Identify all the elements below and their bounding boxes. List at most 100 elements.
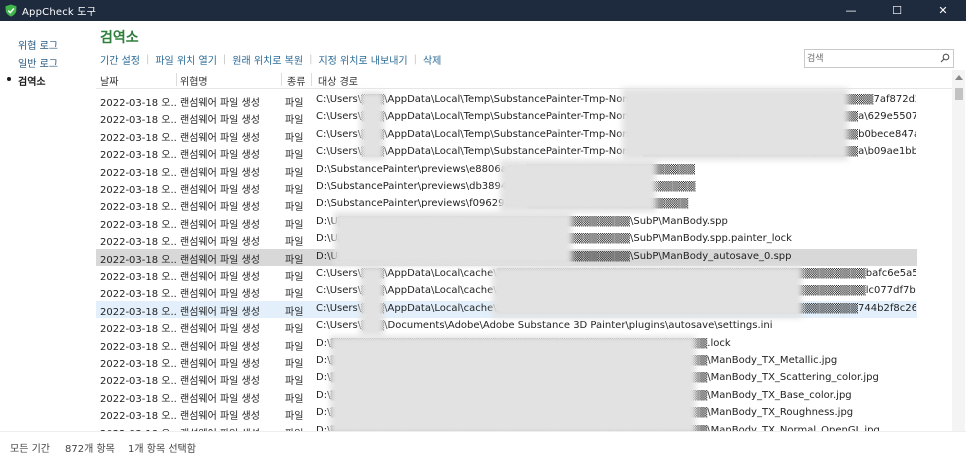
delete-button[interactable]: 삭제 (423, 52, 441, 67)
redaction-block (622, 88, 848, 160)
row-threat-name: 랜섬웨어 파일 생성 (180, 150, 260, 162)
row-date: 2022-03-18 오... (100, 393, 176, 405)
row-kind: 파일 (285, 272, 304, 283)
row-kind: 파일 (285, 341, 304, 353)
minimize-button[interactable]: — (828, 0, 874, 21)
row-date: 2022-03-18 오... (100, 98, 176, 109)
column-header-date[interactable]: 날짜 (100, 73, 118, 88)
column-divider[interactable] (176, 73, 177, 86)
row-kind: 파일 (285, 376, 304, 388)
row-kind: 파일 (285, 202, 304, 214)
row-date: 2022-03-18 오... (100, 237, 176, 249)
toolbar-divider: | (309, 54, 313, 65)
row-date: 2022-03-18 오... (100, 359, 176, 370)
row-threat-name: 랜섬웨어 파일 생성 (180, 359, 260, 370)
row-date: 2022-03-18 오... (100, 411, 176, 423)
redaction-block (492, 266, 802, 318)
row-threat-name: 랜섬웨어 파일 생성 (180, 202, 260, 214)
toolbar-divider: | (413, 54, 417, 65)
row-threat-name: 랜섬웨어 파일 생성 (180, 324, 260, 336)
column-divider[interactable] (311, 73, 312, 86)
row-kind: 파일 (285, 289, 304, 301)
window-controls: — ☐ ✕ (828, 0, 966, 21)
scrollbar-thumb[interactable] (955, 88, 963, 100)
row-threat-name: 랜섬웨어 파일 생성 (180, 167, 260, 179)
row-threat-name: 랜섬웨어 파일 생성 (180, 219, 260, 231)
sidebar-item-threat-log[interactable]: 위협 로그 (18, 37, 58, 52)
toolbar: 기간 설정 | 파일 위치 열기 | 원래 위치로 복원 | 지정 위치로 내보… (100, 52, 441, 67)
close-button[interactable]: ✕ (920, 0, 966, 21)
set-period-button[interactable]: 기간 설정 (100, 52, 140, 67)
scroll-up-arrow-icon[interactable] (955, 75, 963, 80)
row-threat-name: 랜섬웨어 파일 생성 (180, 411, 260, 423)
row-threat-name: 랜섬웨어 파일 생성 (180, 254, 260, 266)
export-to-location-button[interactable]: 지정 위치로 내보내기 (318, 52, 407, 67)
row-date: 2022-03-18 오... (100, 306, 176, 318)
row-threat-name: 랜섬웨어 파일 생성 (180, 341, 260, 353)
status-item-count: 872개 항목 (65, 444, 115, 455)
window-title: AppCheck 도구 (22, 7, 97, 18)
row-kind: 파일 (285, 167, 304, 179)
row-kind: 파일 (285, 132, 304, 144)
column-header-path[interactable]: 대상 경로 (318, 73, 358, 88)
row-kind: 파일 (285, 237, 304, 249)
redaction-block (360, 92, 384, 160)
row-threat-name: 랜섬웨어 파일 생성 (180, 237, 260, 249)
row-kind: 파일 (285, 393, 304, 405)
redaction-block (334, 212, 572, 266)
status-selection: 1개 항목 선택함 (128, 444, 196, 455)
row-date: 2022-03-18 오... (100, 272, 176, 283)
redaction-block (500, 160, 656, 212)
vertical-scrollbar[interactable] (952, 70, 965, 431)
status-period: 모든 기간 (10, 444, 50, 455)
sidebar-item-general-log[interactable]: 일반 로그 (18, 55, 58, 70)
toolbar-divider: | (222, 54, 227, 65)
row-kind: 파일 (285, 185, 304, 196)
row-kind: 파일 (285, 254, 304, 266)
row-date: 2022-03-18 오... (100, 254, 176, 266)
row-date: 2022-03-18 오... (100, 202, 176, 214)
sidebar-item-quarantine[interactable]: 검역소 (7, 73, 46, 88)
redaction-block (360, 266, 384, 336)
row-threat-name: 랜섬웨어 파일 생성 (180, 132, 260, 144)
row-date: 2022-03-18 오... (100, 324, 176, 336)
status-bar: 모든 기간 872개 항목 1개 항목 선택함 (0, 431, 966, 455)
row-kind: 파일 (285, 98, 304, 109)
active-indicator (7, 77, 11, 81)
column-header-threat[interactable]: 위협명 (180, 73, 208, 88)
table-row[interactable]: 2022-03-18 오... 랜섬웨어 파일 생성 파일 C:\Users\▒▒▒\… (96, 318, 917, 335)
row-date: 2022-03-18 오... (100, 115, 176, 127)
row-date: 2022-03-18 오... (100, 150, 176, 162)
row-kind: 파일 (285, 324, 304, 336)
row-threat-name: 랜섬웨어 파일 생성 (180, 115, 260, 127)
row-date: 2022-03-18 오... (100, 185, 176, 196)
sidebar: 위협 로그 일반 로그 검역소 (0, 21, 90, 431)
maximize-button[interactable]: ☐ (874, 0, 920, 21)
search-input[interactable] (807, 52, 935, 66)
row-date: 2022-03-18 오... (100, 376, 176, 388)
page-title: 검역소 (100, 30, 139, 46)
row-threat-name: 랜섬웨어 파일 생성 (180, 98, 260, 109)
row-date: 2022-03-18 오... (100, 167, 176, 179)
open-file-location-button[interactable]: 파일 위치 열기 (155, 52, 217, 67)
toolbar-divider: | (145, 54, 150, 65)
row-threat-name: 랜섬웨어 파일 생성 (180, 376, 260, 388)
restore-original-button[interactable]: 원래 위치로 복원 (232, 52, 303, 67)
row-kind: 파일 (285, 411, 304, 423)
appcheck-shield-icon (5, 4, 17, 17)
redaction-block (330, 336, 696, 434)
row-threat-name: 랜섬웨어 파일 생성 (180, 185, 260, 196)
row-kind: 파일 (285, 150, 304, 162)
row-date: 2022-03-18 오... (100, 219, 176, 231)
row-date: 2022-03-18 오... (100, 289, 176, 301)
table-header: 날짜 위협명 종류 대상 경로 (96, 70, 952, 89)
search-icon[interactable] (940, 53, 950, 63)
row-target-path: C:\Users\▒▒▒\Documents\Adobe\Adobe Subst… (316, 320, 773, 332)
row-kind: 파일 (285, 115, 304, 127)
title-bar: AppCheck 도구 — ☐ ✕ (0, 0, 966, 21)
row-kind: 파일 (285, 359, 304, 370)
column-header-kind[interactable]: 종류 (287, 73, 305, 88)
sidebar-item-label: 일반 로그 (18, 59, 58, 70)
row-kind: 파일 (285, 306, 304, 318)
column-divider[interactable] (281, 73, 282, 86)
